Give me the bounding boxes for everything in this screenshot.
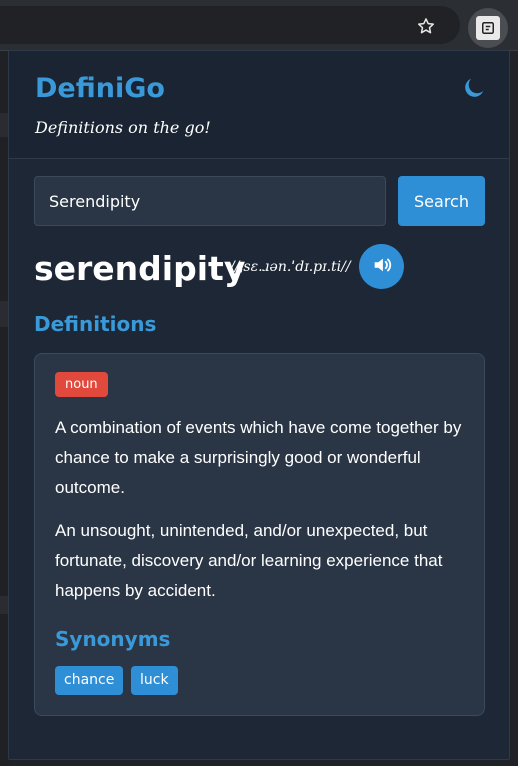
definition-card: noun A combination of events which have … (34, 353, 485, 716)
pronunciation-audio-button[interactable] (359, 244, 404, 289)
phonetic-transcription: //ˌsɛ.ɹən.ˈdɪ.pɪ.ti// (230, 259, 351, 275)
address-bar[interactable] (0, 6, 460, 44)
browser-toolbar (0, 0, 518, 51)
popup-header: DefiniGo Definitions on the go! (9, 51, 509, 159)
part-of-speech-badge: noun (55, 372, 108, 397)
definigo-popup: DefiniGo Definitions on the go! Search s… (8, 50, 510, 760)
speaker-icon (371, 254, 393, 280)
definitions-heading: Definitions (34, 312, 157, 336)
definigo-extension-icon (476, 16, 500, 40)
definition-text: An unsought, unintended, and/or unexpect… (55, 521, 443, 600)
headword: serendipity (34, 249, 246, 288)
synonym-chip[interactable]: luck (131, 666, 178, 695)
definition-text: A combination of events which have come … (55, 418, 462, 497)
synonym-chip[interactable]: chance (55, 666, 124, 695)
bookmark-star-icon[interactable] (414, 14, 438, 38)
synonyms-heading: Synonyms (55, 627, 171, 651)
search-input[interactable] (34, 176, 386, 226)
search-button[interactable]: Search (398, 176, 485, 226)
extension-button[interactable] (468, 8, 508, 48)
app-tagline: Definitions on the go! (35, 118, 211, 137)
moon-icon[interactable] (461, 75, 489, 103)
app-title: DefiniGo (35, 73, 165, 104)
